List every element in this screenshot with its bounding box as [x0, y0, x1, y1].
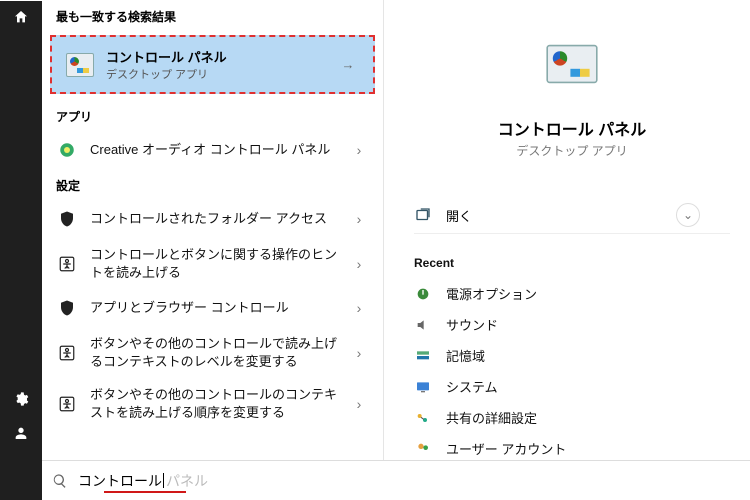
recent-item-sound[interactable]: サウンド — [414, 309, 730, 340]
recent-label: 記憶域 — [446, 346, 485, 365]
sidebar-account[interactable] — [0, 416, 42, 450]
start-sidebar — [0, 0, 42, 500]
chevron-right-icon[interactable]: › — [349, 256, 369, 272]
open-label: 開く — [446, 206, 472, 225]
settings-label: コントロールとボタンに関する操作のヒントを読み上げる — [90, 246, 349, 281]
accessibility-icon — [56, 342, 78, 364]
app-item[interactable]: Creative オーディオ コントロール パネル › — [42, 131, 383, 169]
recent-item-power[interactable]: 電源オプション — [414, 278, 730, 309]
best-match-subtitle: デスクトップ アプリ — [106, 66, 227, 82]
person-icon — [13, 425, 29, 441]
settings-label: アプリとブラウザー コントロール — [90, 299, 349, 317]
speaker-icon — [414, 316, 432, 334]
chevron-right-icon[interactable]: › — [349, 300, 369, 316]
chevron-down-icon[interactable]: ⌄ — [676, 203, 700, 227]
settings-item-app-browser-control[interactable]: アプリとブラウザー コントロール › — [42, 289, 383, 327]
chevron-right-icon[interactable]: › — [349, 345, 369, 361]
open-icon — [414, 206, 432, 224]
results-pane: 最も一致する検索結果 コントロール パネル デスクトップ アプリ → アプリ C… — [42, 0, 384, 500]
best-match-result[interactable]: コントロール パネル デスクトップ アプリ → — [50, 35, 375, 94]
settings-item-narrator-hints[interactable]: コントロールとボタンに関する操作のヒントを読み上げる › — [42, 238, 383, 289]
settings-item-folder-access[interactable]: コントロールされたフォルダー アクセス › — [42, 200, 383, 238]
control-panel-icon — [66, 51, 94, 79]
settings-label: ボタンやその他のコントロールで読み上げるコンテキストのレベルを変更する — [90, 335, 349, 370]
chevron-right-icon[interactable]: › — [349, 211, 369, 227]
recent-label: 電源オプション — [446, 284, 537, 303]
search-input[interactable]: コントロール — [78, 471, 164, 491]
recent-label: システム — [446, 377, 498, 396]
search-icon — [52, 473, 68, 489]
accessibility-icon — [56, 253, 78, 275]
apps-header: アプリ — [42, 100, 383, 131]
search-bar[interactable]: コントロール パネル — [42, 460, 750, 500]
arrow-right-icon[interactable]: → — [337, 57, 359, 72]
preview-pane: コントロール パネル デスクトップ アプリ 開く ⌄ Recent 電源オプショ… — [384, 0, 750, 500]
settings-item-context-level[interactable]: ボタンやその他のコントロールで読み上げるコンテキストのレベルを変更する › — [42, 327, 383, 378]
recent-header: Recent — [414, 256, 730, 270]
storage-icon — [414, 347, 432, 365]
app-label: Creative オーディオ コントロール パネル — [90, 141, 349, 159]
home-icon — [13, 9, 29, 25]
system-icon — [414, 378, 432, 396]
recent-list: 電源オプション サウンド 記憶域 システム 共有の詳細設定 ユーザー アカウント — [414, 278, 730, 464]
gear-icon — [13, 391, 29, 407]
audio-app-icon — [56, 139, 78, 161]
settings-header: 設定 — [42, 169, 383, 200]
recent-label: 共有の詳細設定 — [446, 408, 537, 427]
sidebar-settings[interactable] — [0, 382, 42, 416]
annotation-underline — [104, 491, 186, 493]
shield-icon — [56, 208, 78, 230]
search-ghost-suggestion: パネル — [166, 471, 208, 491]
recent-item-sharing[interactable]: 共有の詳細設定 — [414, 402, 730, 433]
recent-item-system[interactable]: システム — [414, 371, 730, 402]
settings-item-context-order[interactable]: ボタンやその他のコントロールのコンテキストを読み上げる順序を変更する › — [42, 378, 383, 429]
user-account-icon — [414, 440, 432, 458]
best-match-title: コントロール パネル — [106, 47, 227, 66]
control-panel-icon — [548, 40, 596, 88]
chevron-right-icon[interactable]: › — [349, 396, 369, 412]
accessibility-icon — [56, 393, 78, 415]
sharing-icon — [414, 409, 432, 427]
power-icon — [414, 285, 432, 303]
recent-item-storage[interactable]: 記憶域 — [414, 340, 730, 371]
recent-label: サウンド — [446, 315, 498, 334]
chevron-right-icon[interactable]: › — [349, 142, 369, 158]
settings-label: ボタンやその他のコントロールのコンテキストを読み上げる順序を変更する — [90, 386, 349, 421]
best-match-header: 最も一致する検索結果 — [42, 0, 383, 31]
recent-label: ユーザー アカウント — [446, 439, 566, 458]
preview-subtitle: デスクトップ アプリ — [414, 142, 730, 159]
settings-label: コントロールされたフォルダー アクセス — [90, 210, 349, 228]
shield-icon — [56, 297, 78, 319]
preview-title: コントロール パネル — [414, 116, 730, 140]
open-button[interactable]: 開く ⌄ — [414, 197, 730, 234]
sidebar-home[interactable] — [0, 0, 42, 34]
